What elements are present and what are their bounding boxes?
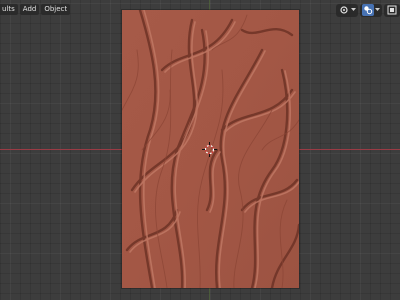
3d-viewport[interactable] bbox=[0, 0, 400, 300]
gizmo-group bbox=[336, 3, 358, 17]
xray-icon[interactable] bbox=[386, 4, 398, 16]
gizmo-icon[interactable] bbox=[338, 4, 350, 16]
overlay-group bbox=[360, 3, 382, 17]
menu-add[interactable]: Add bbox=[19, 4, 40, 15]
chevron-down-icon[interactable] bbox=[351, 4, 356, 16]
chevron-down-icon[interactable] bbox=[375, 4, 380, 16]
overlay-icon[interactable] bbox=[362, 4, 374, 16]
menu-object[interactable]: Object bbox=[41, 4, 71, 15]
3d-cursor-icon[interactable] bbox=[202, 142, 217, 157]
header-menu: ults Add Object bbox=[0, 4, 71, 17]
menu-view[interactable]: ults bbox=[0, 4, 18, 15]
xray-group bbox=[384, 3, 400, 17]
header-tools bbox=[336, 3, 400, 17]
